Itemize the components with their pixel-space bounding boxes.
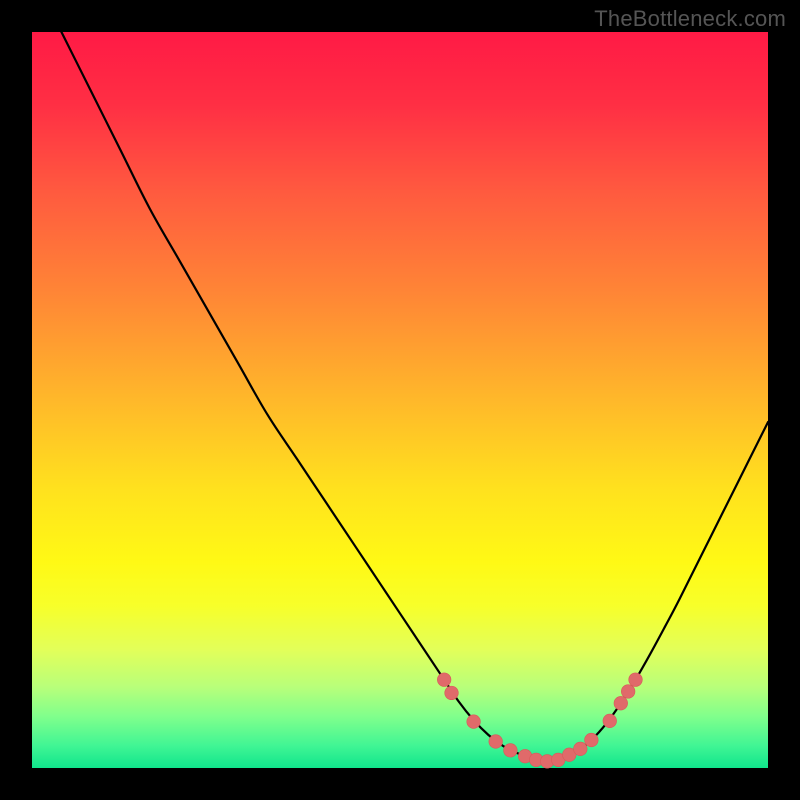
bottleneck-curve bbox=[32, 0, 768, 761]
marker-dot bbox=[437, 673, 451, 687]
marker-dot bbox=[574, 742, 588, 756]
plot-area bbox=[32, 32, 768, 768]
marker-dot bbox=[629, 673, 643, 687]
marker-dot bbox=[445, 686, 459, 700]
marker-dot bbox=[489, 735, 503, 749]
curve-layer bbox=[32, 32, 768, 768]
marker-dot bbox=[621, 685, 635, 699]
chart-container: TheBottleneck.com bbox=[0, 0, 800, 800]
marker-dot bbox=[614, 696, 628, 710]
marker-dot bbox=[467, 715, 481, 729]
marker-dot bbox=[504, 744, 518, 758]
curve-marker-dots bbox=[437, 673, 642, 768]
watermark-text: TheBottleneck.com bbox=[594, 6, 786, 32]
marker-dot bbox=[603, 714, 617, 728]
marker-dot bbox=[585, 733, 599, 747]
